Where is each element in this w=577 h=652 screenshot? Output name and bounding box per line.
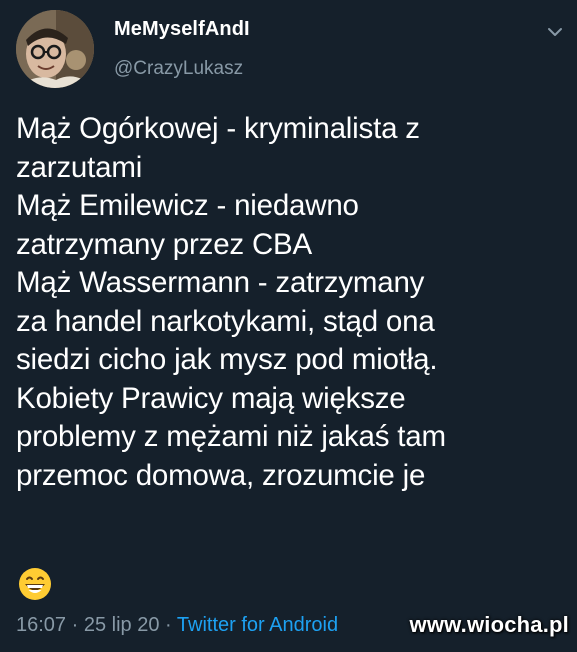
display-name[interactable]: MeMyselfAndI: [114, 18, 250, 41]
meta-separator: ·: [159, 614, 177, 636]
grinning-face-icon: [18, 567, 52, 601]
avatar-photo-icon: [16, 10, 94, 88]
tweet-line: za handel narkotykami, stąd ona: [16, 304, 435, 338]
tweet-line: siedzi cicho jak mysz pod miotłą.: [16, 343, 438, 376]
tweet-date[interactable]: 25 lip 20: [84, 614, 160, 636]
tweet-source-link[interactable]: Twitter for Android: [177, 614, 338, 636]
tweet-line: Kobiety Prawicy mają większe: [16, 381, 406, 415]
meta-separator: ·: [66, 614, 84, 636]
chevron-down-icon[interactable]: [545, 22, 565, 42]
watermark: www.wiocha.pl: [409, 612, 569, 637]
tweet-line: zarzutami: [16, 150, 143, 184]
tweet-line: Mąż Emilewicz - niedawno: [16, 189, 359, 222]
tweet-line: przemoc domowa, zrozumcie je: [16, 458, 426, 492]
user-handle[interactable]: @CrazyLukasz: [114, 58, 243, 80]
tweet-time[interactable]: 16:07: [16, 614, 66, 636]
tweet-meta: 16:07 · 25 lip 20 · Twitter for Android: [16, 614, 338, 637]
tweet-text: Mąż Ogórkowej - kryminalista z zarzutami…: [16, 110, 568, 495]
tweet-line: Mąż Ogórkowej - kryminalista z: [16, 112, 420, 145]
avatar[interactable]: [16, 10, 94, 88]
tweet-line: problemy z mężami niż jakaś tam: [16, 420, 446, 453]
tweet-line: Mąż Wassermann - zatrzymany: [16, 266, 425, 299]
tweet-card: MeMyselfAndI @CrazyLukasz Mąż Ogórkowej …: [0, 0, 577, 652]
tweet-line: zatrzymany przez CBA: [16, 227, 312, 261]
